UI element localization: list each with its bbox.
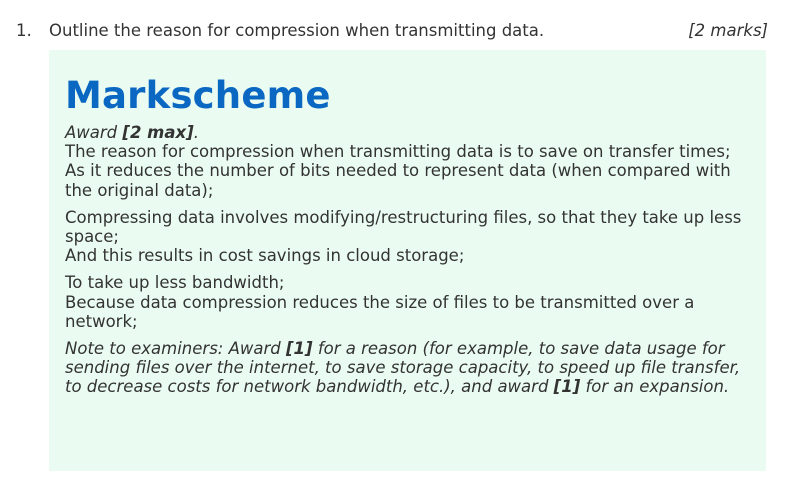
question-number: 1. <box>16 21 32 40</box>
mark-point: The reason for compression when transmit… <box>65 142 731 162</box>
group-gap <box>65 265 750 273</box>
mark-point: To take up less bandwidth; <box>65 273 285 293</box>
group-gap <box>65 331 750 339</box>
award-prefix: Award <box>65 123 123 142</box>
award-line: Award [2 max]. <box>65 123 750 142</box>
award-suffix: . <box>193 123 199 142</box>
question-row: 1. Outline the reason for compression wh… <box>0 19 794 43</box>
award-max-marks: [2 max] <box>122 123 194 142</box>
note-mark-expansion: [1] <box>553 377 581 397</box>
markscheme-panel: Markscheme Award [2 max]. The reason for… <box>49 50 766 471</box>
mark-point: As it reduces the number of bits needed … <box>65 161 731 200</box>
question-marks: [2 marks] <box>688 21 768 40</box>
examiner-note: Note to examiners: Award [1] for a reaso… <box>65 339 750 397</box>
mark-point: And this results in cost savings in clou… <box>65 246 465 266</box>
question-text: Outline the reason for compression when … <box>49 21 545 40</box>
note-text: for an expansion. <box>580 377 730 397</box>
note-text: Note to examiners: Award <box>65 339 286 359</box>
group-gap <box>65 200 750 208</box>
mark-point: Compressing data involves modifying/rest… <box>65 207 742 247</box>
mark-point: Because data compression reduces the siz… <box>65 292 695 331</box>
markscheme-body: Award [2 max]. The reason for compressio… <box>65 123 750 397</box>
markscheme-title: Markscheme <box>65 74 331 117</box>
note-mark-reason: [1] <box>286 339 313 359</box>
